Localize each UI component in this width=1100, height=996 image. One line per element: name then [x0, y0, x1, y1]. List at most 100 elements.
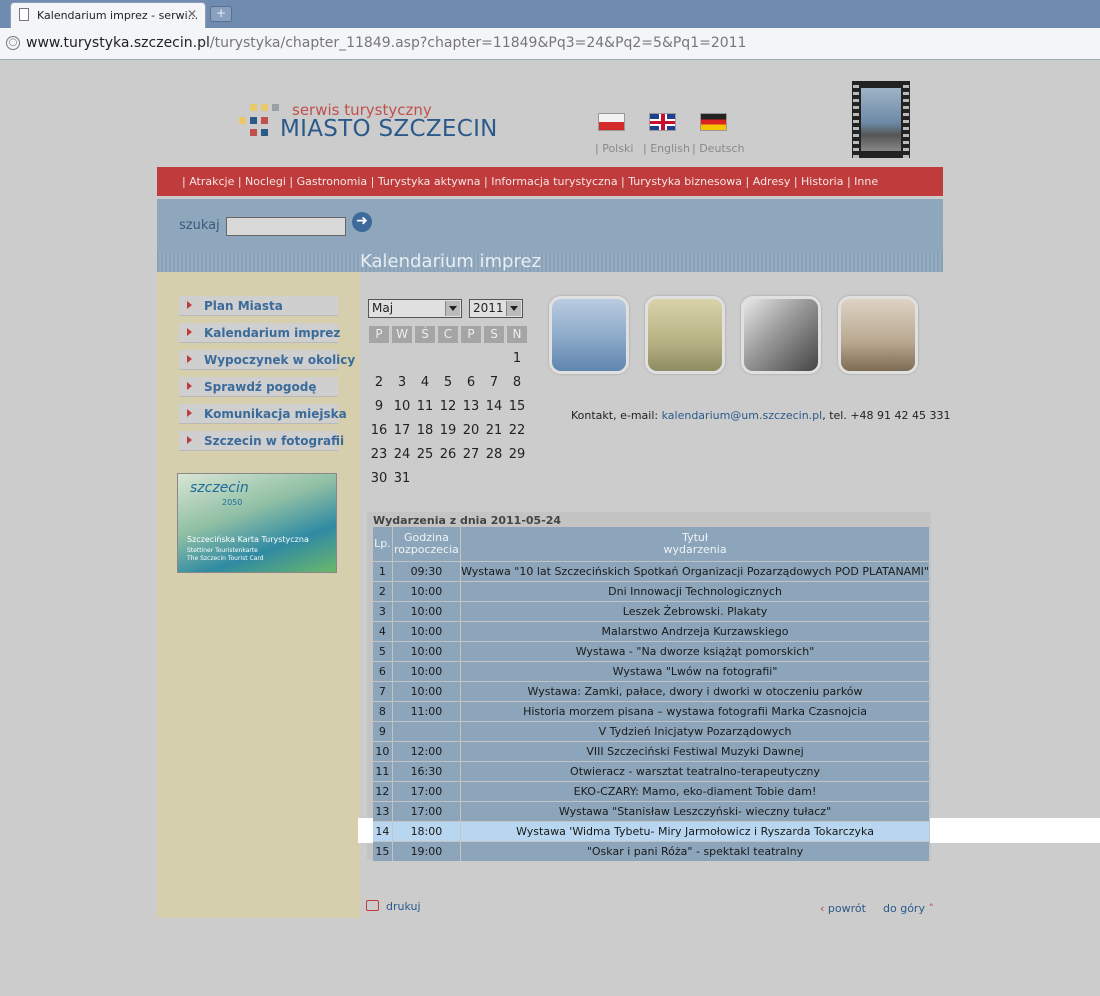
calendar-day[interactable]: 1	[507, 351, 527, 366]
table-row[interactable]: 15 19:00 "Oskar i pani Róża" - spektakl te…	[373, 841, 930, 861]
cell-title: Wystawa "Stanisław Leszczyński- wieczny …	[460, 801, 930, 822]
calendar-day[interactable]: 14	[484, 399, 504, 414]
cell-time: 17:00	[392, 781, 462, 802]
calendar-day[interactable]: 13	[461, 399, 481, 414]
sidebar-item-plan-miasta[interactable]: Plan Miasta	[179, 296, 338, 316]
contact-email-link[interactable]: kalendarium@um.szczecin.pl	[662, 409, 823, 422]
cell-title: "Oskar i pani Róża" - spektakl teatralny	[460, 841, 930, 861]
new-tab-button[interactable]: +	[210, 6, 232, 22]
search-input[interactable]	[226, 217, 346, 236]
calendar-day[interactable]: 30	[369, 471, 389, 486]
browser-tab[interactable]: Kalendarium imprez - serwi... ✕	[10, 2, 206, 28]
top-link[interactable]: do góry ˄	[883, 902, 934, 915]
calendar-day[interactable]: 21	[484, 423, 504, 438]
weekday-2: Ś	[415, 326, 435, 343]
weekday-0: P	[369, 326, 389, 343]
cell-title: V Tydzień Inicjatyw Pozarządowych	[460, 721, 930, 742]
cell-time: 10:00	[392, 601, 462, 622]
chevron-down-icon[interactable]	[506, 301, 521, 316]
calendar-day[interactable]: 28	[484, 447, 504, 462]
card-line-1: Szczecińska Karta Turystyczna	[187, 535, 309, 544]
table-row[interactable]: 3 10:00 Leszek Żebrowski. Plakaty	[373, 601, 930, 622]
month-select[interactable]: Maj	[368, 299, 462, 318]
chevron-down-icon[interactable]	[445, 301, 460, 316]
calendar-day[interactable]: 2	[369, 375, 389, 390]
calendar-day[interactable]: 25	[415, 447, 435, 462]
logo-title[interactable]: MIASTO SZCZECIN	[280, 116, 498, 142]
calendar-day[interactable]: 23	[369, 447, 389, 462]
photo-sailor[interactable]	[741, 296, 821, 374]
arrow-right-icon	[187, 355, 192, 363]
print-link[interactable]: drukuj	[386, 900, 421, 913]
calendar-day[interactable]: 29	[507, 447, 527, 462]
calendar-day[interactable]: 9	[369, 399, 389, 414]
table-row[interactable]: 14 18:00 Wystawa 'Widma Tybetu- Miry Jarmo…	[373, 821, 930, 842]
lang-polski[interactable]: | Polski	[595, 142, 633, 155]
calendar-day[interactable]: 10	[392, 399, 412, 414]
sidebar-item-komunikacja[interactable]: Komunikacja miejska	[179, 404, 347, 424]
table-row[interactable]: 2 10:00 Dni Innowacji Technologicznych	[373, 581, 930, 602]
flag-pl-icon[interactable]	[598, 113, 625, 131]
col-lp: Lp.	[373, 527, 393, 562]
table-row[interactable]: 7 10:00 Wystawa: Zamki, pałace, dwory i dw…	[373, 681, 930, 702]
close-tab-icon[interactable]: ✕	[187, 7, 197, 21]
calendar-day[interactable]: 24	[392, 447, 412, 462]
table-row[interactable]: 11 16:30 Otwieracz - warsztat teatralno-te…	[373, 761, 930, 782]
table-row[interactable]: 8 11:00 Historia morzem pisana – wystawa f…	[373, 701, 930, 722]
calendar-day[interactable]: 31	[392, 471, 412, 486]
sidebar-item-fotografie[interactable]: Szczecin w fotografii	[179, 431, 344, 451]
table-row[interactable]: 1 09:30 Wystawa "10 lat Szczecińskich Spot…	[373, 561, 930, 582]
lang-deutsch[interactable]: | Deutsch	[692, 142, 744, 155]
table-row[interactable]: 9 V Tydzień Inicjatyw Pozarządowych	[373, 721, 930, 742]
search-go-icon[interactable]: ➜	[352, 212, 372, 232]
arrow-right-icon	[187, 436, 192, 444]
address-bar[interactable]: ○ www.turystyka.szczecin.pl/turystyka/ch…	[0, 28, 1100, 60]
table-row[interactable]: 12 17:00 EKO-CZARY: Mamo, eko-diament Tobi…	[373, 781, 930, 802]
table-row[interactable]: 13 17:00 Wystawa "Stanisław Leszczyński- w…	[373, 801, 930, 822]
calendar-day[interactable]: 7	[484, 375, 504, 390]
card-brand: szczecin	[190, 480, 249, 496]
table-row[interactable]: 10 12:00 VIII Szczeciński Festiwal Muzyki …	[373, 741, 930, 762]
cell-time: 19:00	[392, 841, 462, 861]
calendar-day[interactable]: 20	[461, 423, 481, 438]
calendar-day[interactable]: 6	[461, 375, 481, 390]
calendar-day[interactable]: 27	[461, 447, 481, 462]
cell-time: 17:00	[392, 801, 462, 822]
url-text[interactable]: www.turystyka.szczecin.pl/turystyka/chap…	[26, 35, 746, 51]
calendar-day[interactable]: 18	[415, 423, 435, 438]
lang-english[interactable]: | English	[643, 142, 690, 155]
back-link[interactable]: ‹ powrót	[820, 902, 866, 915]
year-select[interactable]: 2011	[469, 299, 523, 318]
main-nav-links[interactable]: | Atrakcje | Noclegi | Gastronomia | Tur…	[182, 175, 878, 188]
flag-de-icon[interactable]	[700, 113, 727, 131]
calendar-day[interactable]: 15	[507, 399, 527, 414]
cell-time	[392, 721, 462, 742]
cell-lp: 11	[373, 761, 393, 782]
calendar-day[interactable]: 19	[438, 423, 458, 438]
photo-harbor-ships[interactable]	[645, 296, 725, 374]
photo-tall-ship[interactable]	[549, 296, 629, 374]
table-row[interactable]: 6 10:00 Wystawa "Lwów na fotografii"	[373, 661, 930, 682]
calendar-day[interactable]: 12	[438, 399, 458, 414]
calendar-day[interactable]: 26	[438, 447, 458, 462]
calendar-day[interactable]: 8	[507, 375, 527, 390]
printer-icon[interactable]	[366, 900, 379, 911]
photo-sailboat[interactable]	[838, 296, 918, 374]
calendar-day[interactable]: 16	[369, 423, 389, 438]
table-row[interactable]: 4 10:00 Malarstwo Andrzeja Kurzawskiego	[373, 621, 930, 642]
cell-title: Dni Innowacji Technologicznych	[460, 581, 930, 602]
calendar-day[interactable]: 5	[438, 375, 458, 390]
table-row[interactable]: 5 10:00 Wystawa - "Na dworze książąt pomor…	[373, 641, 930, 662]
tourist-card-banner[interactable]: szczecin 2050 Szczecińska Karta Turystyc…	[177, 473, 337, 573]
calendar-day[interactable]: 3	[392, 375, 412, 390]
calendar-day[interactable]: 4	[415, 375, 435, 390]
calendar-day[interactable]: 11	[415, 399, 435, 414]
flag-en-icon[interactable]	[649, 113, 676, 131]
cell-lp: 15	[373, 841, 393, 861]
sidebar-item-pogoda[interactable]: Sprawdź pogodę	[179, 377, 338, 397]
sidebar-item-wypoczynek[interactable]: Wypoczynek w okolicy	[179, 350, 355, 370]
sidebar-item-kalendarium[interactable]: Kalendarium imprez	[179, 323, 340, 343]
cell-lp: 2	[373, 581, 393, 602]
calendar-day[interactable]: 17	[392, 423, 412, 438]
calendar-day[interactable]: 22	[507, 423, 527, 438]
